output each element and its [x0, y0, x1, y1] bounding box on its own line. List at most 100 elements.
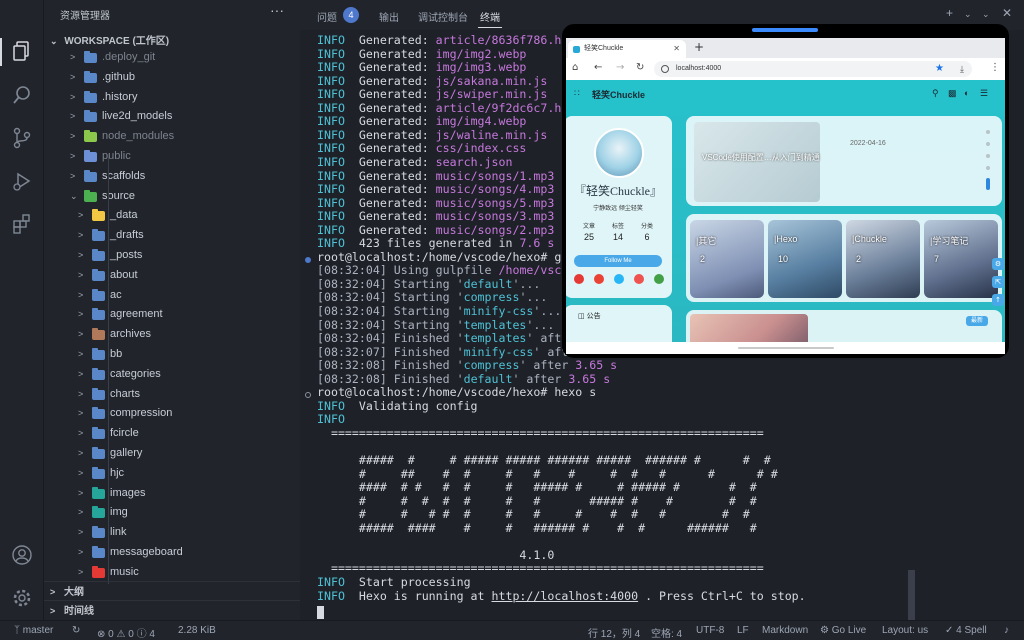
share-icon[interactable]: ⇱: [992, 276, 1004, 288]
outline-section[interactable]: > 大纲: [44, 581, 300, 601]
search-icon[interactable]: [10, 84, 34, 108]
branch-indicator[interactable]: ᛉ master: [14, 625, 53, 636]
tree-item[interactable]: > archives: [44, 325, 300, 345]
address-bar[interactable]: localhost:4000 ★ ⤓: [654, 61, 972, 77]
back-arrow-icon[interactable]: ←: [594, 62, 602, 73]
tree-item[interactable]: > ac: [44, 286, 300, 306]
bilibili-icon[interactable]: [614, 274, 624, 284]
tree-item[interactable]: > compression: [44, 404, 300, 424]
tree-item[interactable]: > node_modules: [44, 127, 300, 147]
stat-categories[interactable]: 分类 6: [632, 221, 662, 242]
tree-item[interactable]: > _data: [44, 206, 300, 226]
new-terminal-plus-icon[interactable]: +: [946, 6, 953, 20]
apps-grid-icon[interactable]: ∷: [574, 88, 580, 99]
browser-tab[interactable]: 轻笑Chuckle ✕: [568, 40, 686, 58]
timeline-section[interactable]: > 时间线: [44, 600, 300, 620]
tree-item[interactable]: > .github: [44, 68, 300, 88]
tree-item[interactable]: > agreement: [44, 305, 300, 325]
resize-handle[interactable]: [738, 347, 834, 349]
tree-item[interactable]: > scaffolds: [44, 167, 300, 187]
tab-debug-console[interactable]: 调试控制台: [418, 9, 468, 24]
dark-mode-icon[interactable]: ◐: [964, 88, 969, 98]
category-card[interactable]: |Hexo 10: [768, 220, 842, 298]
home-icon[interactable]: ⌂: [572, 62, 578, 73]
tree-item[interactable]: > .history: [44, 88, 300, 108]
settings-gear-icon[interactable]: ⚙: [992, 258, 1004, 270]
tab-problems[interactable]: 问题: [317, 9, 337, 24]
tree-item[interactable]: > live2d_models: [44, 107, 300, 127]
menu-hamburger-icon[interactable]: ☰: [980, 88, 988, 99]
category-card[interactable]: |学习笔记 7: [924, 220, 998, 298]
recent-post-card[interactable]: 最新: [686, 310, 1002, 342]
extensions-icon[interactable]: [10, 213, 34, 237]
wechat-icon[interactable]: [654, 274, 664, 284]
more-actions-icon[interactable]: ···: [270, 2, 284, 18]
close-tab-icon[interactable]: ✕: [673, 40, 680, 58]
terminal-link[interactable]: http://localhost:4000: [492, 589, 639, 603]
tree-item[interactable]: > categories: [44, 365, 300, 385]
tree-item[interactable]: > public: [44, 147, 300, 167]
cursor-position[interactable]: 行 12，列 4: [588, 625, 640, 640]
weibo-icon[interactable]: [574, 274, 584, 284]
stat-tags[interactable]: 标签 14: [603, 221, 633, 242]
tree-item[interactable]: > images: [44, 484, 300, 504]
google-icon[interactable]: [594, 274, 604, 284]
category-card[interactable]: |Chuckle 2: [846, 220, 920, 298]
tree-item[interactable]: > fcircle: [44, 424, 300, 444]
keyboard-layout[interactable]: Layout: us: [882, 625, 928, 636]
source-control-icon[interactable]: [10, 127, 34, 151]
tree-item[interactable]: > music: [44, 563, 300, 582]
problems-indicator[interactable]: ⊗ 0 ⚠ 0 ⓘ 4: [97, 625, 155, 640]
download-icon[interactable]: ⤓: [960, 61, 964, 77]
settings-gear-icon[interactable]: [10, 587, 34, 611]
language-mode[interactable]: Markdown: [762, 625, 808, 636]
tree-item[interactable]: > messageboard: [44, 543, 300, 563]
bookmark-star-icon[interactable]: ★: [935, 61, 944, 77]
close-panel-icon[interactable]: ✕: [1002, 6, 1012, 20]
carousel-pagination[interactable]: [986, 130, 992, 198]
tree-item[interactable]: > _posts: [44, 246, 300, 266]
random-post-icon[interactable]: ▩: [948, 88, 957, 99]
tree-item[interactable]: > bb: [44, 345, 300, 365]
tree-item[interactable]: > gallery: [44, 444, 300, 464]
tree-item[interactable]: > img: [44, 503, 300, 523]
search-icon[interactable]: ⚲: [932, 88, 939, 99]
terminal-scrollbar[interactable]: [908, 570, 915, 620]
featured-post-title[interactable]: VSCode使用配置…从入门到精通: [702, 152, 820, 163]
tree-item[interactable]: > hjc: [44, 464, 300, 484]
collapse-panel-icon[interactable]: ⌄: [982, 9, 990, 20]
window-handle[interactable]: [752, 28, 818, 32]
author-avatar[interactable]: [594, 128, 644, 178]
forward-arrow-icon[interactable]: →: [616, 62, 624, 73]
tree-item[interactable]: > about: [44, 266, 300, 286]
run-debug-icon[interactable]: [10, 170, 34, 194]
reload-icon[interactable]: ↻: [636, 62, 644, 73]
follow-me-button[interactable]: Follow Me: [574, 255, 662, 267]
line-ending[interactable]: LF: [737, 625, 749, 636]
new-tab-plus-icon[interactable]: +: [694, 40, 704, 54]
blog-logo[interactable]: 轻笑Chuckle: [592, 88, 645, 101]
browser-menu-icon[interactable]: ⋮: [990, 62, 1000, 73]
tree-item[interactable]: ⌄ source: [44, 187, 300, 207]
category-card[interactable]: |其它 2: [690, 220, 764, 298]
indentation[interactable]: 空格: 4: [651, 625, 682, 640]
stat-articles[interactable]: 文章 25: [574, 221, 604, 242]
sync-icon[interactable]: ↻: [72, 625, 80, 636]
tab-terminal[interactable]: 终端: [480, 9, 500, 24]
spell-checker[interactable]: ✓ 4 Spell: [945, 625, 987, 636]
tree-item[interactable]: > .deploy_git: [44, 48, 300, 68]
netease-music-icon[interactable]: [634, 274, 644, 284]
back-to-top-icon[interactable]: ↑: [992, 294, 1004, 306]
tab-output[interactable]: 输出: [379, 9, 399, 24]
go-live-button[interactable]: ⚙ Go Live: [820, 625, 866, 636]
account-icon[interactable]: [10, 544, 34, 568]
notifications-bell-icon[interactable]: ♪: [1004, 625, 1009, 636]
site-info-icon[interactable]: [661, 65, 669, 73]
tree-item[interactable]: > charts: [44, 385, 300, 405]
tree-item[interactable]: > link: [44, 523, 300, 543]
tree-item[interactable]: > _drafts: [44, 226, 300, 246]
featured-carousel[interactable]: VSCode使用配置…从入门到精通 2022-04-16: [686, 116, 1002, 206]
terminal-dropdown-icon[interactable]: ⌄: [964, 9, 972, 20]
encoding[interactable]: UTF-8: [696, 625, 724, 636]
explorer-icon[interactable]: [10, 40, 34, 64]
